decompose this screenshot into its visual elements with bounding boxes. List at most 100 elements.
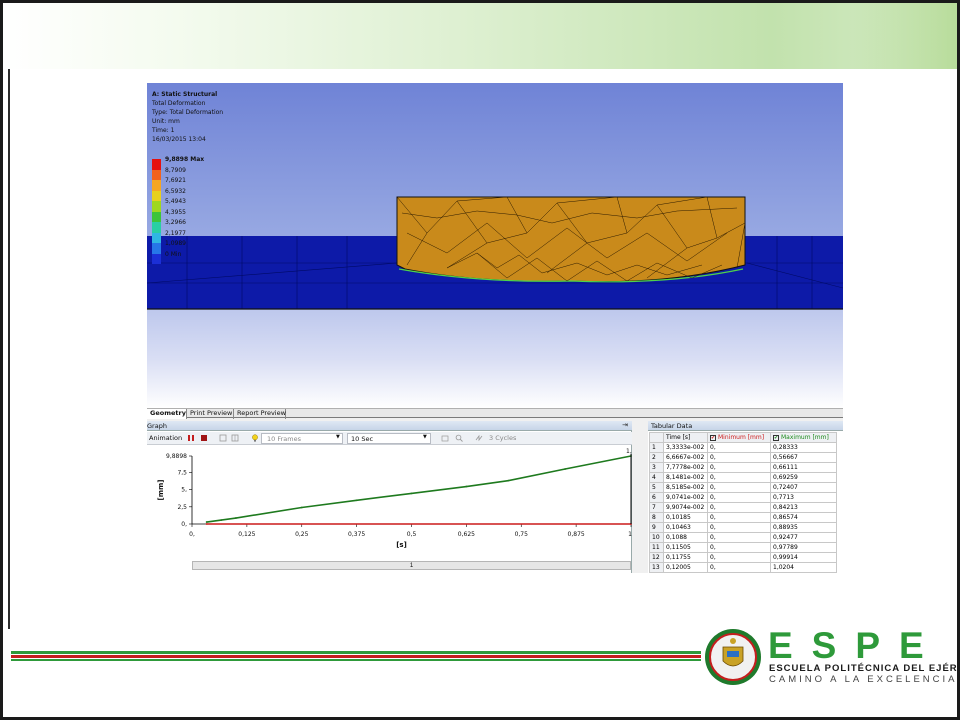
tabular-data-panel: Tabular Data Time [s] ✔ Minimum [mm] ✔ Max… <box>648 421 843 573</box>
table-row[interactable]: 9 0,10463 0, 0,88935 <box>649 522 837 533</box>
pin-icon[interactable]: ⇥ <box>622 421 628 429</box>
maximum-cell: 0,28333 <box>770 442 837 453</box>
legend-swatch <box>152 243 161 254</box>
row-index: 12 <box>649 552 664 563</box>
minimum-cell: 0, <box>707 552 771 563</box>
time-cell: 0,10185 <box>663 512 708 523</box>
table-row[interactable]: 10 0,1088 0, 0,92477 <box>649 532 837 543</box>
pause-icon[interactable] <box>187 434 195 442</box>
legend-label: 4,3955 <box>165 208 186 216</box>
x-axis-label: [s] <box>396 541 407 549</box>
table-row[interactable]: 6 9,0741e-002 0, 0,7713 <box>649 492 837 503</box>
legend-swatch <box>152 201 161 212</box>
data-point <box>235 517 237 519</box>
maximum-cell: 0,69259 <box>770 472 837 483</box>
minimum-cell: 0, <box>707 442 771 453</box>
lightbulb-icon[interactable] <box>251 434 259 442</box>
legend-label: 8,7909 <box>165 166 186 174</box>
maximum-cell: 0,56667 <box>770 452 837 463</box>
legend-label: 2,1977 <box>165 229 186 237</box>
legend-swatch <box>152 232 161 243</box>
tab-print-preview[interactable]: Print Preview <box>187 409 234 419</box>
frame-forward-icon[interactable] <box>231 434 239 442</box>
maximum-header[interactable]: ✔ Maximum [mm] <box>770 432 837 443</box>
row-index: 13 <box>649 562 664 573</box>
minimum-cell: 0, <box>707 522 771 533</box>
table-row[interactable]: 2 6,6667e-002 0, 0,56667 <box>649 452 837 463</box>
data-point <box>205 523 208 525</box>
time-cell: 0,11505 <box>663 542 708 553</box>
legend-row: 3,2966 <box>152 219 222 233</box>
row-index: 5 <box>649 482 664 493</box>
duration-value: 10 Sec <box>351 435 374 443</box>
legend-swatch <box>152 159 161 170</box>
legend-row: 5,4943 <box>152 198 222 212</box>
duration-select[interactable]: 10 Sec ▼ <box>347 433 431 444</box>
model-viewport[interactable]: A: Static Structural Total Deformation T… <box>147 83 843 408</box>
result-type: Type: Total Deformation <box>152 109 224 116</box>
x-tick-label: 1, <box>628 531 632 538</box>
frame-back-icon[interactable] <box>219 434 227 442</box>
time-cell: 0,12005 <box>663 562 708 573</box>
legend-row: 9,8898 Max <box>152 156 222 170</box>
x-tick-label: 0,25 <box>295 531 309 538</box>
chevron-down-icon: ▼ <box>423 434 427 440</box>
tab-geometry[interactable]: Geometry <box>147 409 187 419</box>
tab-report-preview[interactable]: Report Preview <box>234 409 286 419</box>
result-unit: Unit: mm <box>152 118 180 125</box>
capture-icon[interactable] <box>441 434 449 442</box>
table-row[interactable]: 4 8,1481e-002 0, 0,69259 <box>649 472 837 483</box>
maximum-cell: 0,88935 <box>770 522 837 533</box>
legend-swatch <box>152 211 161 222</box>
y-tick-label: 2,5 <box>177 504 187 511</box>
graph-header: Graph ⇥ <box>147 421 632 431</box>
animation-label: Animation <box>149 434 183 442</box>
minimum-header[interactable]: ✔ Minimum [mm] <box>707 432 771 443</box>
legend-row: 6,5932 <box>152 188 222 201</box>
legend-swatch <box>152 190 161 201</box>
table-row[interactable]: 5 8,5185e-002 0, 0,72407 <box>649 482 837 493</box>
top-banner-accent <box>853 3 957 69</box>
time-cell: 8,5185e-002 <box>663 482 708 493</box>
time-header[interactable]: Time [s] <box>663 432 708 443</box>
row-index: 8 <box>649 512 664 523</box>
chart-timeline-bar[interactable]: 1 <box>192 561 631 570</box>
color-legend: 9,8898 Max 8,7909 7,6921 6,5932 5,4943 4… <box>152 156 222 264</box>
legend-label: 0 Min <box>165 250 182 258</box>
zoom-icon[interactable] <box>455 434 463 442</box>
graph-title: Graph <box>147 422 167 430</box>
legend-row: 8,7909 <box>152 166 222 180</box>
stop-icon[interactable] <box>200 434 208 442</box>
checkbox-icon[interactable]: ✔ <box>773 434 779 441</box>
table-row[interactable]: 12 0,11755 0, 0,99914 <box>649 552 837 563</box>
y-tick-label: 5, <box>181 487 187 494</box>
table-row[interactable]: 13 0,12005 0, 1,0204 <box>649 562 837 573</box>
legend-row: 2,1977 <box>152 229 222 243</box>
brand-name: ESCUELA POLITÉCNICA DEL EJÉRCITO <box>769 663 958 674</box>
frames-select[interactable]: 10 Frames ▼ <box>261 433 343 444</box>
table-row[interactable]: 7 9,9074e-002 0, 0,84213 <box>649 502 837 513</box>
ansys-screenshot: A: Static Structural Total Deformation T… <box>147 83 843 573</box>
red-stripe <box>11 655 701 658</box>
time-cell: 9,0741e-002 <box>663 492 708 503</box>
cycles-icon[interactable] <box>475 434 483 442</box>
table-row[interactable]: 3 7,7778e-002 0, 0,66111 <box>649 462 837 473</box>
table-row[interactable]: 11 0,11505 0, 0,97789 <box>649 542 837 553</box>
legend-label: 9,8898 Max <box>165 156 205 163</box>
espe-seal-logo <box>705 629 761 685</box>
y-tick-label: 0, <box>181 521 187 528</box>
checkbox-icon[interactable]: ✔ <box>710 434 716 441</box>
legend-row: 7,6921 <box>152 177 222 191</box>
result-time: Time: 1 <box>152 127 175 134</box>
y-axis-label: [mm] <box>157 480 165 501</box>
table-row[interactable]: 8 0,10185 0, 0,86574 <box>649 512 837 523</box>
time-cell: 6,6667e-002 <box>663 452 708 463</box>
row-index: 6 <box>649 492 664 503</box>
table-row[interactable]: 1 3,3333e-002 0, 0,28333 <box>649 442 837 453</box>
data-point <box>410 492 413 495</box>
legend-label: 1,0989 <box>165 240 186 247</box>
minimum-cell: 0, <box>707 512 771 523</box>
maximum-cell: 0,72407 <box>770 482 837 493</box>
maximum-cell: 0,97789 <box>770 542 837 553</box>
green-stripe <box>11 651 701 654</box>
